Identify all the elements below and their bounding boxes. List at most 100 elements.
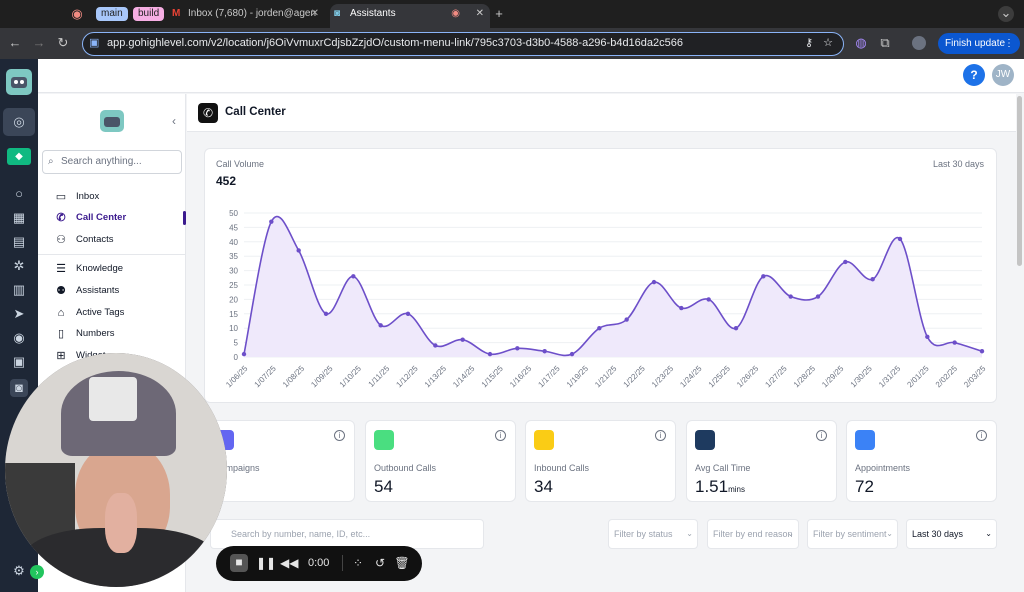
x-tick-label: 1/21/25 <box>593 364 619 390</box>
data-point <box>761 274 766 279</box>
key-icon[interactable]: ⚷ <box>805 33 813 54</box>
info-icon[interactable]: i <box>816 430 827 441</box>
chat-icon[interactable]: ○ <box>10 185 28 203</box>
tab-group-build[interactable]: build <box>133 7 165 21</box>
menu-item-assistants[interactable]: ⚉ Assistants <box>54 282 119 300</box>
x-tick-label: 1/12/25 <box>394 364 420 390</box>
info-icon[interactable]: i <box>976 430 987 441</box>
x-tick-label: 1/09/25 <box>309 364 335 390</box>
x-tick-label: 1/24/25 <box>678 364 704 390</box>
calendar-icon[interactable]: ▦ <box>10 209 28 227</box>
data-point <box>788 294 793 299</box>
puzzle-icon[interactable]: ⧉ <box>878 36 892 50</box>
calls-search-input[interactable]: Search by number, name, ID, etc... <box>210 519 484 549</box>
restart-icon[interactable]: ↺ <box>372 555 388 571</box>
trash-icon[interactable]: 🗑 <box>394 555 410 571</box>
x-tick-label: 1/22/25 <box>622 364 648 390</box>
pause-icon[interactable]: ❚❚ <box>256 555 276 571</box>
x-tick-label: 1/06/25 <box>224 364 250 390</box>
data-point <box>597 326 602 331</box>
more-icon[interactable]: ⋮ <box>1004 33 1014 54</box>
database-icon: ☰ <box>56 263 66 275</box>
menu-label: Knowledge <box>76 263 124 274</box>
forward-icon[interactable]: → <box>32 36 46 50</box>
rewind-icon[interactable]: ◀◀ <box>280 555 298 571</box>
filter-label: Filter by sentiment <box>813 529 887 539</box>
url-field[interactable]: ▣ app.gohighlevel.com/v2/location/j6OiVv… <box>82 32 844 56</box>
menu-item-call-center[interactable]: ✆ Call Center <box>54 209 126 227</box>
period-filter[interactable]: Last 30 days ⌄ <box>906 519 997 549</box>
record-icon: ◉ <box>71 6 83 21</box>
y-tick-label: 50 <box>229 209 238 218</box>
data-point <box>569 351 575 357</box>
info-icon[interactable]: i <box>495 430 506 441</box>
stop-icon[interactable]: ■ <box>230 554 248 572</box>
webcam-bubble[interactable] <box>5 353 227 587</box>
x-tick-label: 1/17/25 <box>536 364 562 390</box>
finish-update-button[interactable]: Finish update ⋮ <box>938 33 1020 54</box>
y-tick-label: 15 <box>229 310 238 319</box>
data-point <box>897 236 903 242</box>
x-tick-label: 1/15/25 <box>480 364 506 390</box>
filter-label: Filter by end reason <box>713 529 793 539</box>
back-icon[interactable]: ← <box>8 36 22 50</box>
tab-gmail[interactable]: M Inbox (7,680) - jorden@agen ✕ <box>170 4 325 28</box>
menu-item-active-tags[interactable]: ⌂ Active Tags <box>54 304 125 322</box>
close-icon[interactable]: ✕ <box>311 4 319 24</box>
launchpad-icon[interactable]: ◆ <box>7 148 31 165</box>
avatar[interactable]: JW <box>992 64 1014 86</box>
new-tab-icon[interactable]: + <box>492 7 506 21</box>
search-input[interactable]: ⌕ Search anything... <box>42 150 182 174</box>
stat-number: 72 <box>855 477 874 496</box>
workflow-icon[interactable]: ✲ <box>10 257 28 275</box>
menu-label: Call Center <box>76 212 127 223</box>
info-icon[interactable]: i <box>334 430 345 441</box>
data-point <box>269 219 274 224</box>
collapse-chevron-icon[interactable]: ‹ <box>172 114 176 128</box>
contacts-book-icon[interactable]: ▤ <box>10 233 28 251</box>
divider <box>38 254 186 255</box>
scrollbar[interactable] <box>1016 94 1024 592</box>
stat-label: Appointments <box>855 463 911 473</box>
menu-label: Assistants <box>76 285 120 296</box>
data-point <box>296 248 301 253</box>
goal-icon[interactable]: ◉ <box>10 329 28 347</box>
x-tick-label: 1/07/25 <box>253 364 279 390</box>
expand-icon[interactable]: › <box>30 565 44 579</box>
sentiment-filter[interactable]: Filter by sentiment ⌄ <box>807 519 898 549</box>
x-tick-label: 1/13/25 <box>423 364 449 390</box>
grid-icon[interactable]: ⁘ <box>350 555 366 571</box>
end-reason-filter[interactable]: Filter by end reason ⌄ <box>707 519 799 549</box>
x-tick-label: 1/08/25 <box>281 364 307 390</box>
menu-label: Inbox <box>76 191 100 202</box>
menu-item-numbers[interactable]: ▯ Numbers <box>54 325 115 343</box>
chevron-down-icon[interactable]: ⌄ <box>998 6 1014 22</box>
send-icon[interactable]: ➤ <box>10 305 28 323</box>
x-tick-label: 1/31/25 <box>877 364 903 390</box>
star-icon[interactable]: ☆ <box>823 33 833 54</box>
info-icon[interactable]: i <box>655 430 666 441</box>
phone-icon: ✆ <box>198 103 218 123</box>
menu-label: Contacts <box>76 234 114 245</box>
close-icon[interactable]: ✕ <box>476 4 484 24</box>
rail-item-location[interactable]: ◎ <box>3 108 35 136</box>
tab-assistants[interactable]: ◙ Assistants ◉ ✕ <box>330 4 490 28</box>
menu-item-knowledge[interactable]: ☰ Knowledge <box>54 260 123 278</box>
status-filter[interactable]: Filter by status ⌄ <box>608 519 698 549</box>
stat-value: 72 <box>855 477 874 497</box>
x-tick-label: 1/27/25 <box>763 364 789 390</box>
extension-icon[interactable]: ◍ <box>854 36 868 50</box>
tab-group-main[interactable]: main <box>96 7 128 21</box>
menu-item-contacts[interactable]: ⚇ Contacts <box>54 231 114 249</box>
scrollbar-thumb[interactable] <box>1017 96 1022 266</box>
help-button[interactable]: ? <box>963 64 985 86</box>
clipboard-icon[interactable]: ▥ <box>10 281 28 299</box>
calendar-icon <box>855 430 875 450</box>
stat-label: Outbound Calls <box>374 463 437 473</box>
reload-icon[interactable]: ↻ <box>56 36 70 50</box>
menu-item-inbox[interactable]: ▭ Inbox <box>54 188 99 206</box>
data-point <box>952 340 957 345</box>
profile-icon[interactable] <box>912 36 926 50</box>
stat-value: 34 <box>534 477 553 497</box>
stat-label: Avg Call Time <box>695 463 751 473</box>
